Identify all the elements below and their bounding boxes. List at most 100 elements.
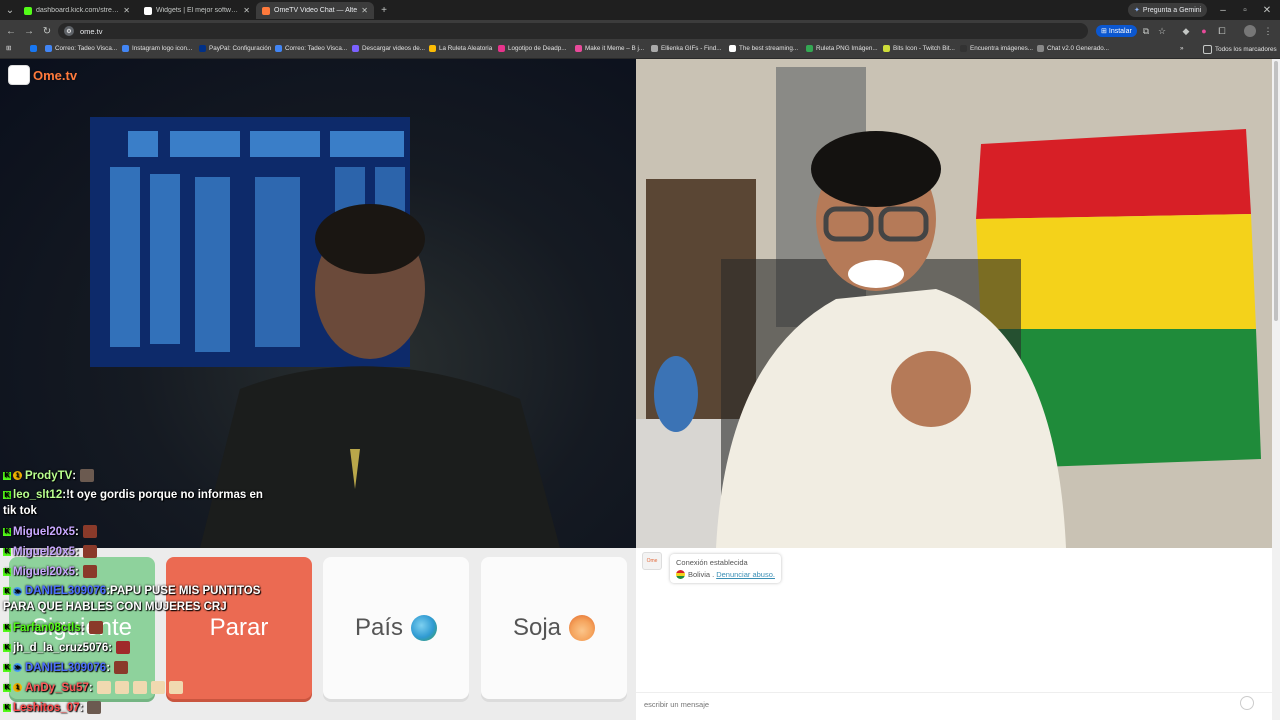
- bookmark-item[interactable]: Instagram logo icon...: [122, 45, 192, 52]
- bolivia-flag-icon: [676, 570, 685, 579]
- close-icon[interactable]: ✕: [361, 6, 368, 15]
- ometv-favicon-icon: [262, 6, 270, 15]
- site-info-icon[interactable]: ⚙: [64, 26, 74, 36]
- reload-icon[interactable]: ↻: [40, 24, 54, 38]
- translate-icon[interactable]: ⧉: [1140, 25, 1152, 37]
- bookmark-item[interactable]: Chat v2.0 Generado...: [1037, 45, 1109, 52]
- tab-title: Widgets | El mejor software pa: [156, 7, 240, 14]
- gender-label: Soja: [512, 614, 562, 641]
- kick-badge-icon: K: [3, 547, 11, 556]
- bookmark-label: Correo: Tadeo Visca...: [285, 45, 348, 52]
- system-message: Conexión establecida Bolivia . Denunciar…: [670, 554, 781, 583]
- bookmark-item[interactable]: PayPal: Configuración: [199, 45, 271, 52]
- back-icon[interactable]: ←: [4, 24, 18, 38]
- tab-kick-dashboard[interactable]: dashboard.kick.com/stream ✕: [18, 2, 136, 19]
- meme-icon: [575, 45, 582, 52]
- ometv-logo[interactable]: Ome.tv: [8, 65, 77, 85]
- new-tab-button[interactable]: +: [377, 3, 391, 17]
- gender-filter-button[interactable]: Soja: [481, 557, 627, 699]
- message-input[interactable]: [642, 696, 1236, 712]
- more-bookmarks-icon[interactable]: »: [1180, 45, 1184, 52]
- emoji-icon[interactable]: [1240, 696, 1254, 710]
- chat-separator: :: [79, 701, 84, 714]
- folder-icon: [1203, 45, 1212, 54]
- deadpool-icon: [498, 45, 505, 52]
- bookmark-item[interactable]: Descargar videos de...: [352, 45, 425, 52]
- address-bar[interactable]: ⚙ ome.tv: [58, 23, 1088, 39]
- bookmark-label: Ellienka GIFs - Find...: [661, 45, 722, 52]
- ometv-system-avatar: Ome: [642, 552, 662, 570]
- self-video: [636, 59, 1272, 548]
- bookmark-item[interactable]: Ellienka GIFs - Find...: [651, 45, 722, 52]
- kick-badge-icon: K: [3, 703, 11, 712]
- page-scrollbar[interactable]: [1272, 59, 1280, 720]
- bookmark-star-icon[interactable]: ☆: [1156, 25, 1168, 37]
- bookmark-item[interactable]: La Ruleta Aleatoria: [429, 45, 492, 52]
- gemini-label: Pregunta a Gemini: [1142, 6, 1202, 14]
- country-filter-button[interactable]: País: [323, 557, 469, 699]
- bookmark-item[interactable]: Ruleta PNG Imágen...: [806, 45, 878, 52]
- bits-icon: [883, 45, 890, 52]
- stranger-video-frame: [90, 117, 560, 548]
- tab-widgets[interactable]: Widgets | El mejor software pa ✕: [138, 2, 256, 19]
- bookmark-label: Logotipo de Deadp...: [508, 45, 567, 52]
- tab-strip: ⌄ dashboard.kick.com/stream ✕ Widgets | …: [0, 0, 1280, 20]
- profile-avatar[interactable]: [1244, 25, 1256, 37]
- next-button[interactable]: Siguiente: [9, 557, 155, 699]
- next-label: Siguiente: [31, 614, 133, 641]
- close-icon[interactable]: ✕: [123, 6, 130, 15]
- menu-kebab-icon[interactable]: ⋮: [1262, 25, 1274, 37]
- maximize-icon[interactable]: ▫: [1238, 3, 1252, 17]
- bookmark-label: Make it Meme – B j...: [585, 45, 645, 52]
- bookmark-label: PayPal: Configuración: [209, 45, 272, 52]
- ometv-logo-icon: [8, 65, 30, 85]
- mail-icon: [45, 45, 52, 52]
- chat-line: K Leshitos_07 :: [3, 701, 102, 714]
- chat-panel: Ome Conexión establecida Bolivia . Denun…: [636, 548, 1272, 720]
- browser-toolbar: ← → ↻ ⚙ ome.tv ⊞ Instalar ⧉ ☆ ◆ ● ⧠ ⋮: [0, 20, 1280, 42]
- bookmark-item[interactable]: Correo: Tadeo Visca...: [45, 45, 117, 52]
- bookmark-item[interactable]: Correo: Tadeo Visca...: [275, 45, 347, 52]
- partner-country: Bolivia: [688, 570, 711, 579]
- boy-face-icon: [569, 615, 596, 641]
- minimize-icon[interactable]: –: [1216, 3, 1230, 17]
- forward-icon[interactable]: →: [22, 24, 36, 38]
- bookmark-label: Bits Icon - Twitch Bit...: [893, 45, 955, 52]
- bookmark-label: Chat v2.0 Generado...: [1047, 45, 1109, 52]
- bookmark-item[interactable]: Logotipo de Deadp...: [498, 45, 566, 52]
- separator-dot: .: [712, 570, 715, 579]
- report-abuse-link[interactable]: Denunciar abuso.: [716, 570, 775, 579]
- emote-icon: [87, 701, 102, 714]
- tab-search-icon[interactable]: ⌄: [3, 3, 17, 17]
- window-close-icon[interactable]: ✕: [1260, 3, 1274, 17]
- roulette-icon: [806, 45, 813, 52]
- bookmark-label: La Ruleta Aleatoria: [439, 45, 493, 52]
- tab-ometv[interactable]: OmeTV Video Chat — Alte ✕: [256, 2, 374, 19]
- install-button[interactable]: ⊞ Instalar: [1096, 25, 1137, 37]
- bookmark-label: Descargar videos de...: [362, 45, 425, 52]
- bookmark-item[interactable]: Encuentra imágenes...: [960, 45, 1033, 52]
- stop-button[interactable]: Parar: [166, 557, 312, 699]
- mail-icon: [275, 45, 282, 52]
- bookmark-item[interactable]: Bits Icon - Twitch Bit...: [883, 45, 955, 52]
- extension-icon[interactable]: ◆: [1180, 25, 1192, 37]
- image-search-icon: [960, 45, 967, 52]
- close-icon[interactable]: ✕: [243, 6, 250, 15]
- chat-input-bar: [636, 692, 1272, 713]
- install-label: Instalar: [1108, 27, 1132, 35]
- facebook-icon: [30, 45, 37, 52]
- gemini-button[interactable]: ✦ Pregunta a Gemini: [1128, 3, 1208, 17]
- roulette-icon: [429, 45, 436, 52]
- paypal-icon: [199, 45, 206, 52]
- all-bookmarks-folder[interactable]: Todos los marcadores: [1203, 45, 1277, 54]
- self-video-frame: [636, 59, 1272, 548]
- extensions-puzzle-icon[interactable]: ⧠: [1216, 25, 1228, 37]
- url-text: ome.tv: [80, 26, 103, 36]
- apps-grid-icon[interactable]: ⊞: [6, 45, 11, 52]
- extension-pink-icon[interactable]: ●: [1198, 25, 1210, 37]
- bookmark-facebook[interactable]: [30, 45, 40, 52]
- bookmark-item[interactable]: The best streaming...: [729, 45, 798, 52]
- bookmark-label: Instagram logo icon...: [132, 45, 193, 52]
- bookmark-item[interactable]: Make it Meme – B j...: [575, 45, 644, 52]
- scrollbar-thumb[interactable]: [1274, 61, 1278, 321]
